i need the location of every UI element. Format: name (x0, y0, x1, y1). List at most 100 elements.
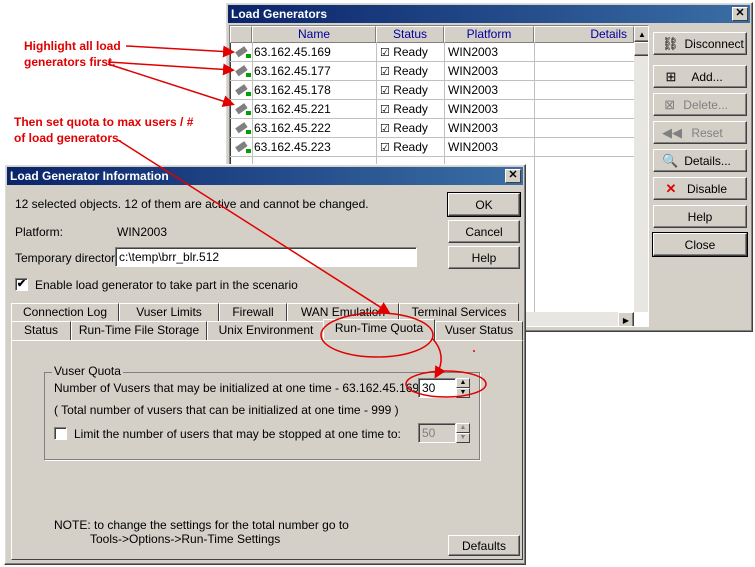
generator-name: 63.162.45.169 (254, 45, 331, 59)
spin-down-icon[interactable]: ▼ (456, 388, 470, 398)
generator-platform: WIN2003 (448, 140, 499, 154)
table-row[interactable]: 63.162.45.221 ☑ Ready WIN2003 (230, 100, 634, 119)
add-generator-icon: ⊞ (665, 68, 677, 84)
tab-status[interactable]: Status (11, 321, 71, 340)
load-generator-icon (235, 46, 251, 58)
disconnect-button[interactable]: ⛓ Disconnect (653, 32, 747, 55)
cancel-button[interactable]: Cancel (448, 220, 520, 243)
note-line-2: Tools->Options->Run-Time Settings (90, 532, 281, 546)
help-button[interactable]: Help (653, 205, 747, 228)
rewind-icon: ◀◀ (662, 124, 682, 140)
generator-status: Ready (393, 45, 428, 59)
column-header-platform[interactable]: Platform (444, 26, 534, 43)
generator-platform: WIN2003 (448, 45, 499, 59)
table-row[interactable]: 63.162.45.222 ☑ Ready WIN2003 (230, 119, 634, 138)
scroll-up-arrow-icon[interactable]: ▲ (634, 26, 648, 42)
generator-name: 63.162.45.222 (254, 121, 331, 135)
tab-page-runtime-quota: Vuser Quota Number of Vusers that may be… (11, 340, 523, 560)
load-generator-info-dialog: Load Generator Information ✕ 12 selected… (4, 164, 526, 565)
column-header-status[interactable]: Status (376, 26, 444, 43)
close-icon[interactable]: ✕ (505, 169, 521, 183)
limit-stop-input[interactable]: 50 (418, 423, 456, 443)
spin-up-icon[interactable]: ▲ (456, 378, 470, 388)
disconnect-icon: ⛓ (662, 35, 679, 51)
temp-dir-input[interactable]: c:\temp\brr_blr.512 (115, 247, 417, 267)
tab-connection-log[interactable]: Connection Log (11, 303, 119, 322)
load-generator-icon (235, 84, 251, 96)
generator-status: Ready (393, 64, 428, 78)
close-button[interactable]: Close (652, 232, 748, 257)
generator-platform: WIN2003 (448, 102, 499, 116)
init-vusers-input[interactable]: 30 (418, 378, 456, 398)
annotation-quota-line-2: of load generators. (14, 131, 123, 145)
close-icon[interactable]: ✕ (732, 7, 748, 21)
add-button[interactable]: ⊞ Add... (653, 65, 747, 88)
scroll-right-arrow-icon[interactable]: ▶ (618, 312, 634, 326)
tab-runtime-quota[interactable]: Run-Time Quota (323, 319, 435, 340)
red-x-icon: ✕ (665, 180, 677, 196)
enable-checkbox[interactable]: ✔ (15, 278, 28, 291)
table-row[interactable]: 63.162.45.169 ☑ Ready WIN2003 (230, 43, 634, 62)
annotation-quota-line-1: Then set quota to max users / # (14, 115, 194, 129)
ok-button[interactable]: OK (447, 192, 521, 217)
selection-summary: 12 selected objects. 12 of them are acti… (15, 197, 369, 211)
vuser-quota-group-label: Vuser Quota (52, 364, 123, 378)
spin-up-icon[interactable]: ▲ (456, 423, 470, 433)
load-generators-title-bar[interactable]: Load Generators ✕ (228, 5, 750, 23)
info-dialog-title: Load Generator Information (10, 169, 169, 183)
reset-button[interactable]: ◀◀ Reset (653, 121, 747, 144)
tab-vuser-status[interactable]: Vuser Status (435, 321, 523, 340)
tab-firewall[interactable]: Firewall (219, 303, 287, 322)
column-header-name[interactable]: Name (252, 26, 376, 43)
arrow-to-row-2 (107, 61, 235, 76)
generator-platform: WIN2003 (448, 83, 499, 97)
table-row[interactable]: 63.162.45.223 ☑ Ready WIN2003 (230, 138, 634, 157)
info-dialog-title-bar[interactable]: Load Generator Information ✕ (7, 167, 523, 185)
arrow-to-row-3 (107, 63, 235, 107)
generator-status: Ready (393, 121, 428, 135)
ready-status-icon: ☑ (380, 66, 390, 78)
annotation-highlight-line-1: Highlight all load (24, 39, 121, 53)
grid-corner (230, 26, 252, 43)
platform-label: Platform: (15, 225, 64, 239)
limit-stop-checkbox[interactable] (54, 427, 67, 440)
arrow-to-row-1 (125, 45, 235, 58)
ready-status-icon: ☑ (380, 85, 390, 97)
note-line-1: NOTE: to change the settings for the tot… (54, 518, 349, 532)
ready-status-icon: ☑ (380, 123, 390, 135)
generator-status: Ready (393, 102, 428, 116)
limit-stop-value: 50 (422, 426, 436, 440)
init-vusers-value: 30 (422, 381, 436, 395)
load-generators-title: Load Generators (231, 7, 328, 21)
total-vusers-label: ( Total number of vusers that can be ini… (54, 403, 399, 417)
help-button[interactable]: Help (448, 246, 520, 269)
generator-status: Ready (393, 83, 428, 97)
init-vusers-label: Number of Vusers that may be initialized… (54, 381, 420, 395)
load-generator-icon (235, 141, 251, 153)
generator-name: 63.162.45.177 (254, 64, 331, 78)
generator-name: 63.162.45.223 (254, 140, 331, 154)
temp-dir-label: Temporary directory: (15, 251, 125, 265)
tab-unix-environment[interactable]: Unix Environment (207, 321, 325, 340)
details-button[interactable]: 🔍 Details... (653, 149, 747, 172)
load-generator-icon (235, 103, 251, 115)
table-row[interactable]: 63.162.45.177 ☑ Ready WIN2003 (230, 62, 634, 81)
tab-vuser-limits[interactable]: Vuser Limits (119, 303, 219, 322)
ready-status-icon: ☑ (380, 104, 390, 116)
scroll-thumb[interactable] (634, 42, 648, 56)
generator-platform: WIN2003 (448, 64, 499, 78)
vertical-scrollbar[interactable]: ▲ (634, 26, 648, 312)
ready-status-icon: ☑ (380, 142, 390, 154)
platform-value: WIN2003 (117, 225, 168, 239)
ready-status-icon: ☑ (380, 47, 390, 59)
generator-platform: WIN2003 (448, 121, 499, 135)
delete-generator-icon: ⊠ (664, 96, 676, 112)
disable-button[interactable]: ✕ Disable (653, 177, 747, 200)
tab-runtime-file-storage[interactable]: Run-Time File Storage (71, 321, 207, 340)
table-row[interactable]: 63.162.45.178 ☑ Ready WIN2003 (230, 81, 634, 100)
details-icon: 🔍 (662, 152, 679, 168)
spin-down-icon[interactable]: ▼ (456, 433, 470, 443)
delete-button[interactable]: ⊠ Delete... (653, 93, 747, 116)
column-header-details[interactable]: Details (534, 26, 634, 43)
defaults-button[interactable]: Defaults (448, 535, 520, 556)
